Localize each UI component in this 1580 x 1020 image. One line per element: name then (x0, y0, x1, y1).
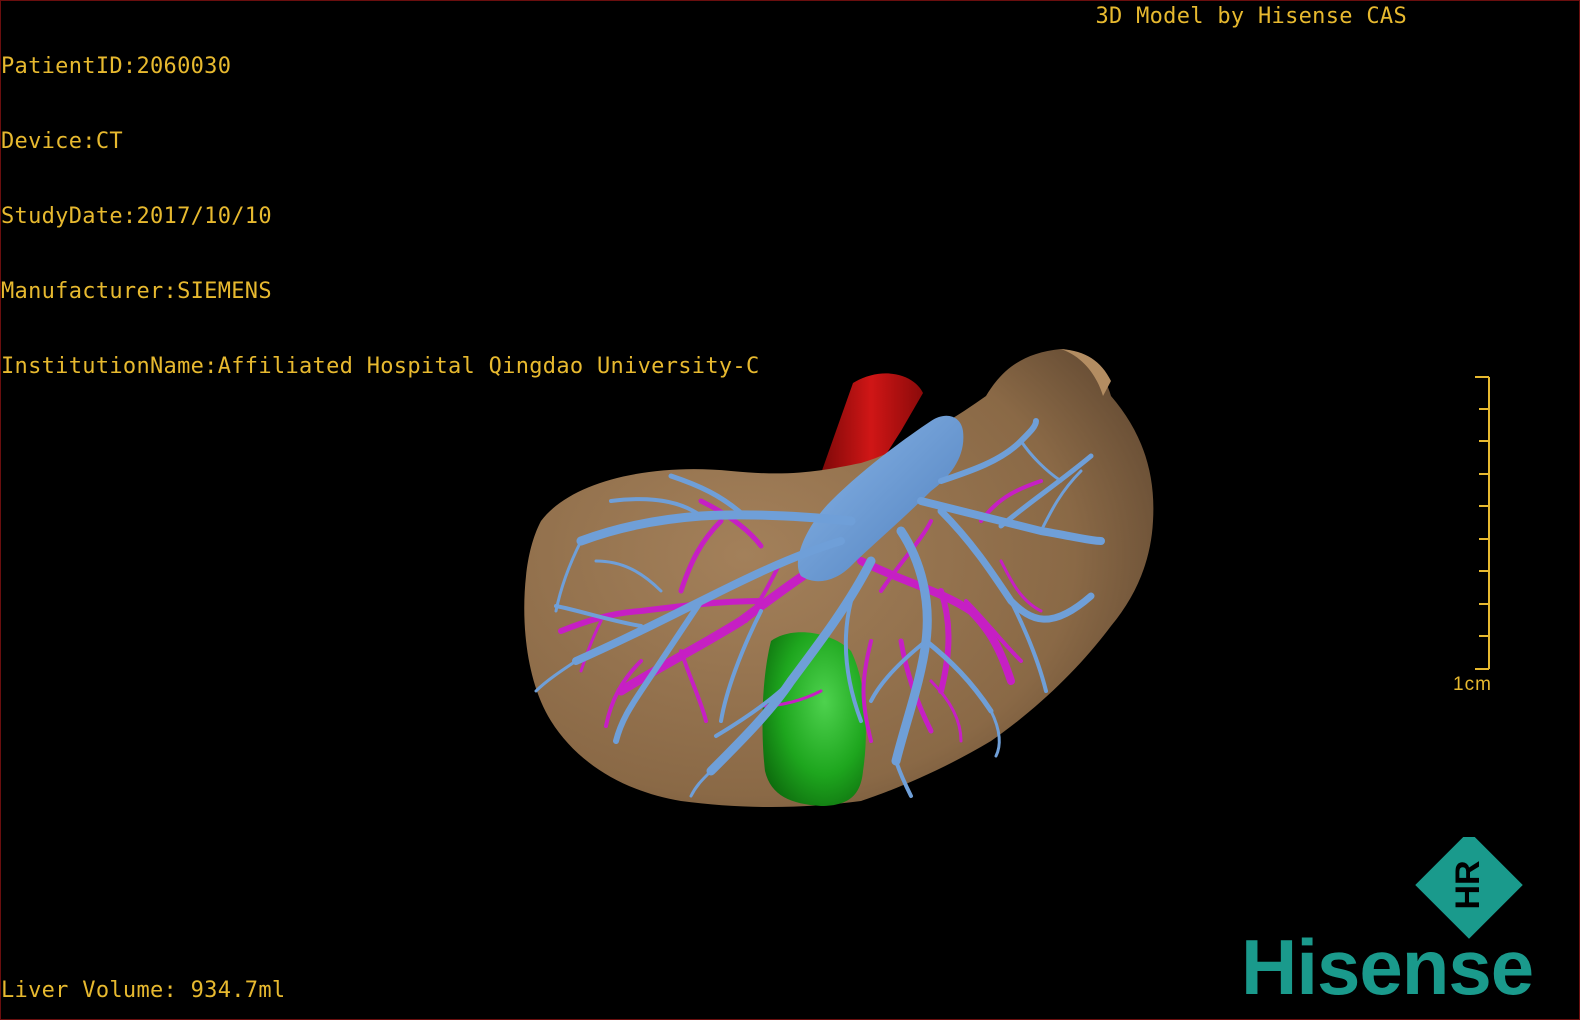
gallbladder (762, 632, 866, 806)
3d-viewport[interactable]: PatientID:2060030 Device:CT StudyDate:20… (0, 0, 1580, 1020)
hisense-logo-text: Hisense (1241, 923, 1534, 1011)
scale-label: 1cm (1453, 674, 1492, 695)
scale-bar (1475, 376, 1490, 670)
svg-text:HR: HR (1449, 860, 1487, 909)
liver-volume-text: Liver Volume: 934.7ml (1, 978, 286, 1003)
